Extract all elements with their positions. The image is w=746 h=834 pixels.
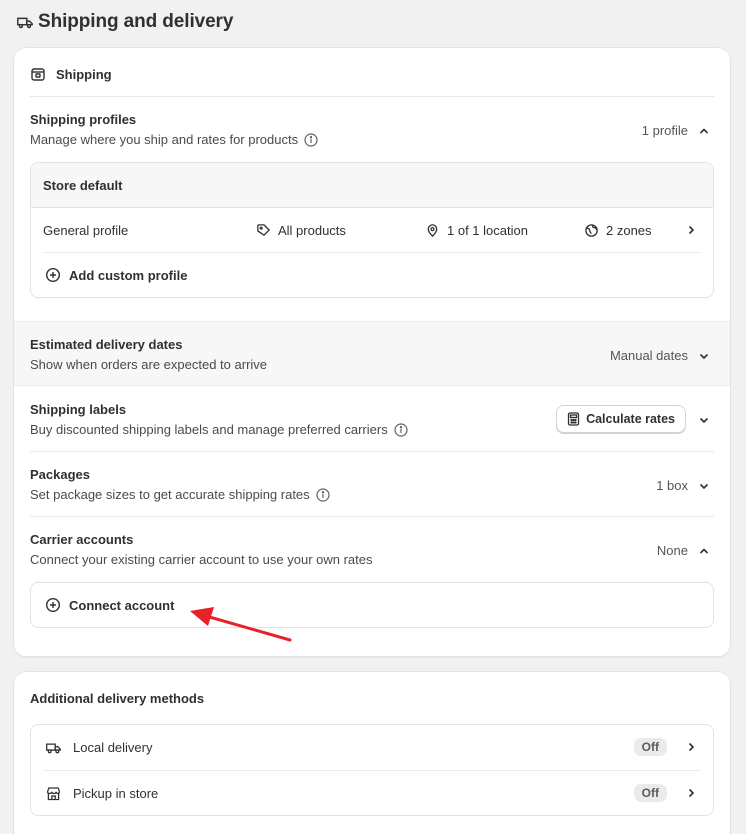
local-delivery-row[interactable]: Local delivery Off [43, 725, 701, 770]
packages-description: Set package sizes to get accurate shippi… [30, 487, 330, 502]
shipping-card: Shipping Shipping profiles Manage where … [14, 48, 730, 656]
carrier-accounts-toggle[interactable]: None [657, 543, 710, 558]
general-profile-row[interactable]: General profile All products 1 of 1 loca… [43, 208, 701, 253]
box-icon [31, 68, 45, 81]
profile-products: All products [256, 223, 346, 238]
additional-delivery-card: Additional delivery methods Local delive… [14, 672, 730, 834]
shipping-profiles-toggle[interactable]: 1 profile [642, 123, 710, 138]
status-badge: Off [633, 738, 667, 756]
chevron-down-icon[interactable] [698, 414, 710, 426]
delivery-dates-description: Show when orders are expected to arrive [30, 357, 268, 372]
delivery-dates-toggle[interactable]: Manual dates [610, 348, 710, 363]
chevron-right-icon [688, 742, 695, 752]
pickup-in-store-row[interactable]: Pickup in store Off [43, 770, 701, 815]
truck-icon [46, 743, 61, 754]
page-title: Shipping and delivery [38, 11, 234, 32]
profile-zones: 2 zones [584, 223, 652, 238]
plus-circle-icon [45, 267, 61, 283]
chevron-up-icon [699, 127, 709, 134]
location-pin-icon [427, 224, 438, 238]
info-icon[interactable] [394, 422, 408, 437]
info-icon[interactable] [316, 487, 330, 502]
carrier-accounts-title: Carrier accounts [30, 532, 134, 547]
profile-name: General profile [43, 223, 129, 238]
add-custom-profile-button[interactable]: Add custom profile [31, 253, 713, 297]
shipping-labels-description: Buy discounted shipping labels and manag… [30, 422, 408, 437]
globe-icon [585, 224, 598, 237]
page-header: Shipping and delivery [16, 11, 233, 33]
shipping-profiles-title: Shipping profiles [30, 112, 137, 127]
status-badge: Off [633, 784, 667, 802]
shipping-card-header: Shipping [30, 66, 112, 82]
shipping-profiles-description: Manage where you ship and rates for prod… [30, 132, 318, 147]
divider [30, 451, 714, 452]
method-label: Pickup in store [73, 786, 159, 801]
calculator-icon [567, 412, 580, 426]
store-icon [46, 787, 61, 801]
chevron-right-icon [688, 225, 695, 235]
store-default-header: Store default [31, 163, 713, 208]
chevron-right-icon [688, 788, 695, 798]
plus-circle-icon [45, 597, 61, 613]
divider [30, 96, 714, 97]
profiles-box: Store default General profile All produc… [30, 162, 714, 298]
chevron-up-icon [699, 547, 709, 554]
chevron-down-icon [699, 483, 709, 489]
carrier-accounts-description: Connect your existing carrier account to… [30, 552, 373, 567]
calculate-rates-button[interactable]: Calculate rates [556, 405, 686, 433]
info-icon[interactable] [304, 132, 318, 147]
delivery-methods-list: Local delivery Off Pickup in store Off [30, 724, 714, 816]
chevron-down-icon [699, 353, 709, 359]
shipping-labels-title: Shipping labels [30, 402, 127, 417]
packages-toggle[interactable]: 1 box [656, 478, 710, 493]
packages-title: Packages [30, 467, 90, 482]
truck-icon [17, 17, 33, 29]
divider [30, 516, 714, 517]
additional-delivery-title: Additional delivery methods [30, 691, 205, 706]
method-label: Local delivery [73, 740, 153, 755]
tag-icon [257, 224, 271, 237]
connect-account-button[interactable]: Connect account [30, 582, 714, 628]
profile-locations: 1 of 1 location [425, 223, 528, 238]
delivery-dates-title: Estimated delivery dates [30, 337, 183, 352]
